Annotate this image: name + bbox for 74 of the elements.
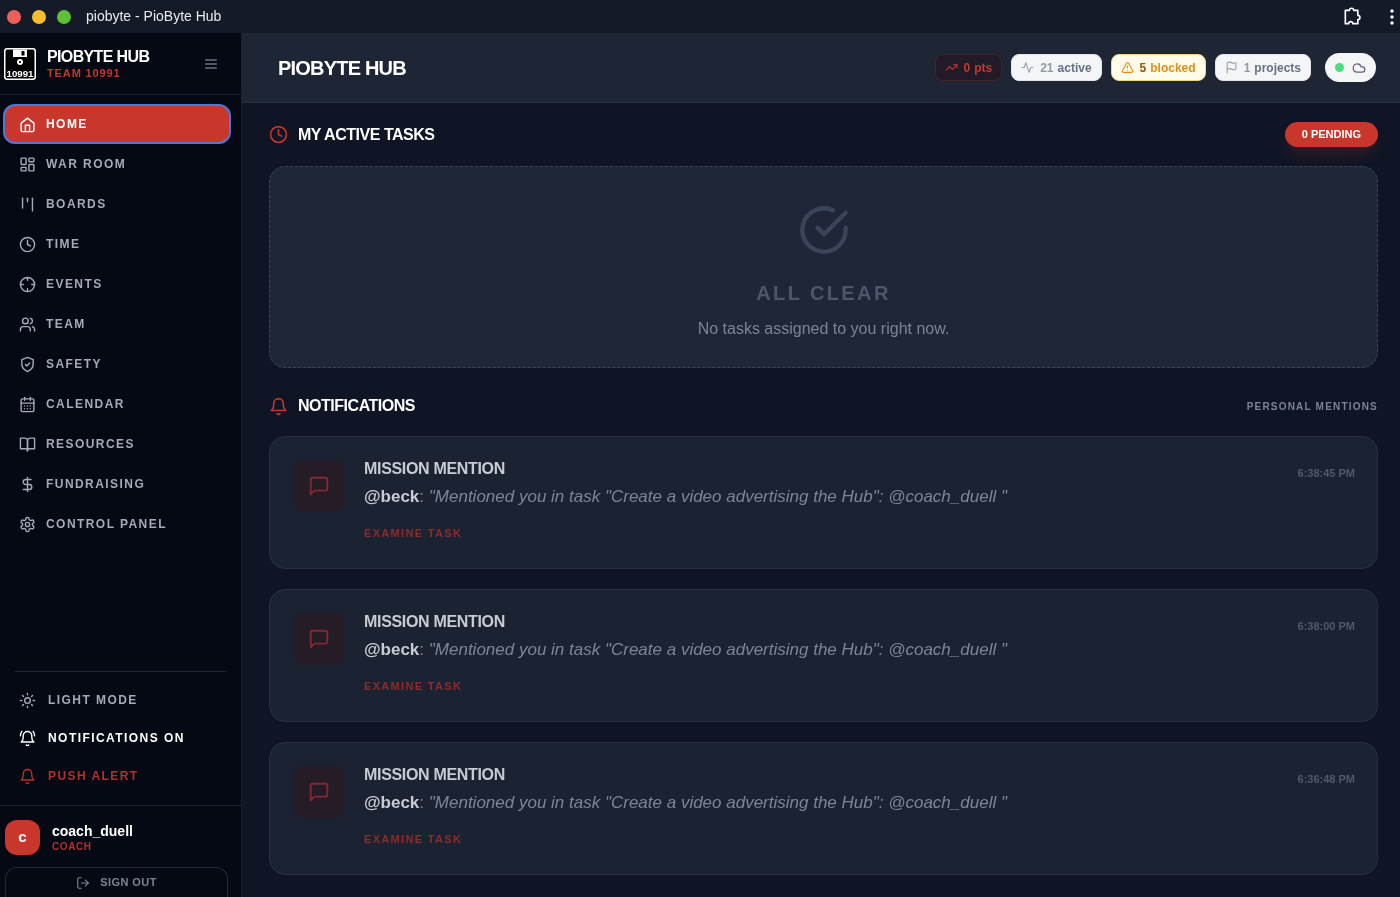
stat-label: active: [1057, 59, 1092, 77]
bell-icon: [269, 396, 288, 416]
dashboard-grid-icon: [19, 155, 36, 173]
nav-item[interactable]: TEAM: [3, 304, 231, 344]
flag-icon: [1224, 61, 1238, 74]
sun-icon: [19, 691, 36, 709]
nav-item[interactable]: WAR ROOM: [3, 144, 231, 184]
more-options-icon[interactable]: [1390, 8, 1394, 25]
clock-icon: [19, 235, 36, 253]
maximize-window-icon[interactable]: [57, 9, 71, 24]
pulse-icon: [1021, 61, 1035, 74]
notification-time: 6:36:48 PM: [1297, 772, 1355, 786]
team-number: TEAM 10991: [47, 66, 122, 80]
pending-badge: 0 PENDING: [1284, 122, 1378, 147]
chat-bubble-icon: [293, 613, 345, 665]
user-role: COACH: [52, 839, 93, 853]
calendar-icon: [19, 395, 36, 413]
puzzle-piece-icon[interactable]: [1342, 6, 1362, 27]
notification-title: MISSION MENTION: [364, 765, 505, 785]
notification-message: @beck: "Mentioned you in task "Create a video advertising the Hub": @coach_duell ": [364, 792, 1007, 814]
user-avatar: c: [5, 820, 40, 855]
stat-label: blocked: [1150, 59, 1196, 77]
settings-icon: [19, 515, 36, 533]
chat-bubble-icon: [293, 766, 345, 818]
check-circle-icon: [797, 204, 850, 256]
notification-title: MISSION MENTION: [364, 612, 505, 632]
bell-icon: [19, 767, 36, 785]
floppy-disk-logo: 10991: [4, 47, 36, 80]
trending-up-icon: [944, 61, 958, 74]
nav-item[interactable]: FUNDRAISING: [3, 464, 231, 504]
empty-state-message: No tasks assigned to you right now.: [697, 319, 950, 339]
nav-item[interactable]: SAFETY: [3, 344, 231, 384]
bell-ring-icon: [19, 729, 36, 747]
notification-message: @beck: "Mentioned you in task "Create a video advertising the Hub": @coach_duell ": [364, 486, 1007, 508]
stat-label: pts: [974, 59, 993, 77]
warning-icon: [1120, 61, 1134, 74]
window-title: piobyte - PioByte Hub: [86, 7, 222, 26]
section-title: NOTIFICATIONS: [298, 396, 415, 416]
columns-icon: [19, 195, 36, 213]
notification-time: 6:38:00 PM: [1297, 619, 1355, 633]
section-subtitle: PERSONAL MENTIONS: [1246, 399, 1378, 414]
shield-check-icon: [19, 355, 36, 373]
cloud-icon: [1352, 60, 1366, 75]
notification-message: @beck: "Mentioned you in task "Create a video advertising the Hub": @coach_duell ": [364, 639, 1007, 661]
clock-icon: [269, 125, 288, 144]
people-icon: [19, 315, 36, 333]
stat-count: 5: [1139, 59, 1147, 77]
home-icon: [19, 115, 36, 133]
notification-time: 6:38:45 PM: [1297, 466, 1355, 480]
user-name: coach_duell: [52, 822, 133, 840]
open-book-icon: [19, 435, 36, 453]
stat-count: 1: [1243, 59, 1251, 77]
nav-item[interactable]: CONTROL PANEL: [3, 504, 231, 544]
section-title: MY ACTIVE TASKS: [298, 124, 435, 145]
brand-name: PIOBYTE HUB: [47, 47, 150, 66]
nav-item[interactable]: RESOURCES: [3, 424, 231, 464]
nav-item[interactable]: BOARDS: [3, 184, 231, 224]
nav-item[interactable]: CALENDAR: [3, 384, 231, 424]
nav-item[interactable]: EVENTS: [3, 264, 231, 304]
notification-title: MISSION MENTION: [364, 459, 505, 479]
crosshair-icon: [19, 275, 36, 293]
stat-count: 0: [963, 59, 971, 77]
page-title: PIOBYTE HUB: [278, 55, 406, 81]
sign-out-button[interactable]: SIGN OUT: [5, 867, 228, 897]
sidebar-setting[interactable]: NOTIFICATIONS ON: [3, 719, 231, 757]
stat-count: 21: [1040, 59, 1054, 77]
nav-item[interactable]: TIME: [3, 224, 231, 264]
close-window-icon[interactable]: [7, 9, 21, 24]
nav-item[interactable]: HOME: [3, 104, 231, 144]
stat-label: projects: [1254, 59, 1301, 77]
sign-out-icon: [76, 875, 91, 890]
sidebar-setting[interactable]: LIGHT MODE: [3, 681, 231, 719]
chat-bubble-icon: [293, 460, 345, 512]
minimize-window-icon[interactable]: [32, 9, 46, 24]
